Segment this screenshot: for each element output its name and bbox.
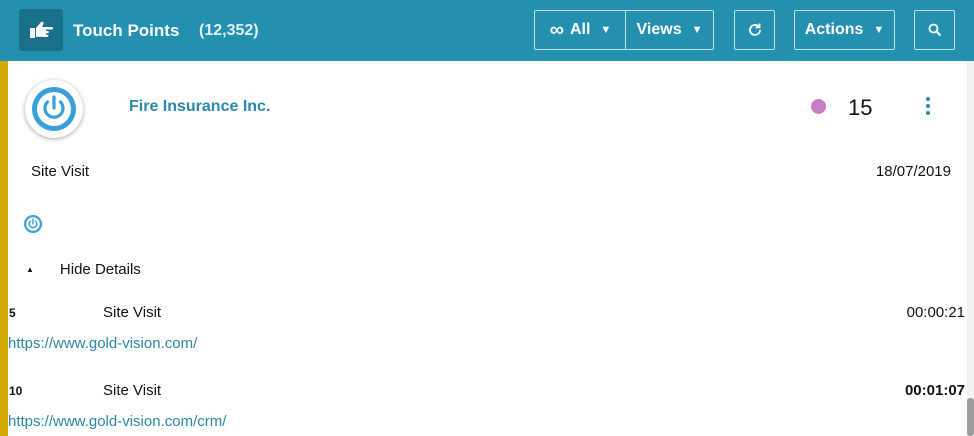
thumb-pointing-hand-icon bbox=[30, 21, 54, 38]
detail-row-url[interactable]: https://www.gold-vision.com/ bbox=[8, 335, 197, 353]
caret-down-icon: ▼ bbox=[600, 24, 612, 36]
refresh-icon bbox=[748, 23, 761, 36]
views-label: Views bbox=[636, 21, 682, 38]
hide-details-label: Hide Details bbox=[59, 261, 141, 278]
actions-label: Actions bbox=[804, 21, 864, 38]
detail-row-number: 5 bbox=[9, 306, 16, 320]
touchpoint-type: Site Visit bbox=[31, 163, 90, 180]
status-accent-bar bbox=[0, 61, 8, 436]
search-icon bbox=[928, 23, 941, 37]
detail-row-type: Site Visit bbox=[103, 382, 162, 399]
detail-row-duration: 00:01:07 bbox=[904, 382, 965, 399]
filter-all-label: All bbox=[569, 21, 591, 38]
detail-row-number: 10 bbox=[9, 384, 23, 398]
touchpoint-date: 18/07/2019 bbox=[875, 163, 951, 180]
hide-details-toggle[interactable]: ▲ Hide Details bbox=[26, 260, 141, 280]
caret-up-icon: ▲ bbox=[26, 265, 34, 274]
refresh-button[interactable] bbox=[734, 10, 775, 50]
infinity-icon: ∞ bbox=[549, 19, 564, 41]
status-dot bbox=[811, 99, 826, 114]
company-link[interactable]: Fire Insurance Inc. bbox=[129, 97, 270, 117]
scrollbar-thumb[interactable] bbox=[967, 398, 974, 436]
power-icon[interactable] bbox=[23, 214, 43, 234]
actions-dropdown[interactable]: Actions ▼ bbox=[794, 10, 895, 50]
scrollbar-track[interactable] bbox=[967, 61, 974, 436]
caret-down-icon: ▼ bbox=[691, 24, 703, 36]
record-count: (12,352) bbox=[199, 22, 259, 39]
power-icon bbox=[32, 87, 76, 131]
detail-row-duration: 00:00:21 bbox=[906, 304, 965, 321]
detail-row-url[interactable]: https://www.gold-vision.com/crm/ bbox=[8, 413, 226, 431]
views-dropdown[interactable]: Views ▼ bbox=[625, 10, 714, 50]
page-title: Touch Points bbox=[73, 21, 180, 40]
detail-row-type: Site Visit bbox=[103, 304, 162, 321]
caret-down-icon: ▼ bbox=[873, 24, 885, 36]
top-bar: Touch Points (12,352) ∞ All ▼ Views ▼ Ac… bbox=[0, 0, 974, 61]
kebab-icon[interactable] bbox=[918, 95, 938, 117]
filter-all-dropdown[interactable]: ∞ All ▼ bbox=[534, 10, 626, 50]
score-value: 15 bbox=[848, 95, 873, 120]
avatar bbox=[25, 80, 83, 138]
app-logo[interactable] bbox=[19, 9, 63, 51]
search-button[interactable] bbox=[914, 10, 955, 50]
